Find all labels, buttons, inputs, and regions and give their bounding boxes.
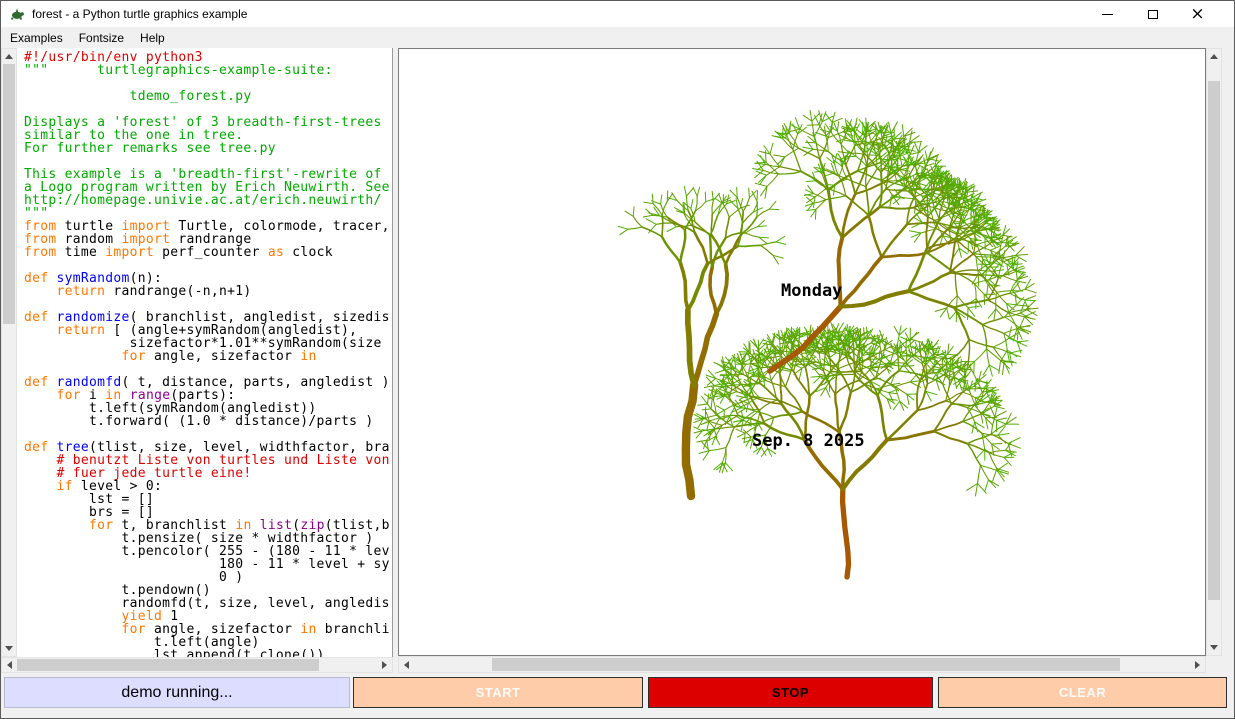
scroll-down-icon	[5, 646, 13, 651]
code-line: return randrange(-n,n+1)	[24, 285, 392, 298]
code-line: tdemo_forest.py	[24, 90, 392, 103]
scroll-up-button[interactable]	[2, 49, 16, 64]
canvas-text: Monday	[781, 281, 842, 301]
menu-help[interactable]: Help	[133, 29, 172, 47]
close-icon: ×	[1190, 6, 1204, 23]
scroll-down-button[interactable]	[2, 641, 16, 656]
canvas-vertical-scrollbar[interactable]	[1206, 48, 1222, 656]
forest-drawing: Monday Sep. 8 2025	[399, 49, 1205, 655]
code-line: for angle, sizefactor in	[24, 350, 392, 363]
scrollbar-track[interactable]	[17, 658, 377, 672]
scroll-left-button[interactable]	[399, 657, 414, 672]
code-line: For further remarks see tree.py	[24, 142, 392, 155]
scrollbar-thumb[interactable]	[492, 658, 1121, 671]
code-line: http://homepage.univie.ac.at/erich.neuwi…	[24, 194, 392, 207]
scroll-up-icon	[1210, 54, 1218, 59]
scroll-left-button[interactable]	[2, 658, 17, 672]
scroll-right-icon	[1195, 661, 1200, 669]
turtle-canvas[interactable]: Monday Sep. 8 2025	[398, 48, 1206, 656]
scrollbar-thumb[interactable]	[3, 64, 15, 324]
code-line: from time import perf_counter as clock	[24, 246, 392, 259]
minimize-button[interactable]	[1085, 1, 1130, 27]
scroll-right-icon	[382, 661, 387, 669]
code-line: t.forward( (1.0 * distance)/parts )	[24, 415, 392, 428]
close-button[interactable]: ×	[1175, 1, 1220, 27]
status-label: demo running...	[4, 677, 350, 708]
scroll-left-icon	[404, 661, 409, 669]
code-line: """ turtlegraphics-example-suite:	[24, 64, 392, 77]
bottom-bar: demo running... START STOP CLEAR	[1, 673, 1234, 719]
scrollbar-track[interactable]	[1207, 64, 1221, 640]
menu-bar: Examples Fontsize Help	[1, 27, 1234, 48]
start-button[interactable]: START	[353, 677, 643, 708]
stop-button[interactable]: STOP	[648, 677, 933, 708]
menu-fontsize[interactable]: Fontsize	[72, 29, 131, 47]
clear-button[interactable]: CLEAR	[938, 677, 1227, 708]
scroll-down-icon	[1210, 645, 1218, 650]
scroll-up-button[interactable]	[1207, 49, 1221, 64]
scroll-down-button[interactable]	[1207, 640, 1221, 655]
scrollbar-track[interactable]	[414, 657, 1190, 672]
code-horizontal-scrollbar[interactable]	[1, 657, 393, 673]
scroll-up-icon	[5, 54, 13, 59]
maximize-icon	[1148, 10, 1158, 19]
code-vertical-scrollbar[interactable]	[1, 48, 17, 657]
code-line: lst.append(t.clone())	[24, 649, 392, 657]
app-window: forest - a Python turtle graphics exampl…	[0, 0, 1235, 719]
window-controls: ×	[1085, 1, 1220, 27]
code-view[interactable]: #!/usr/bin/env python3""" turtlegraphics…	[17, 48, 393, 657]
title-bar: forest - a Python turtle graphics exampl…	[1, 1, 1234, 27]
canvas-horizontal-scrollbar[interactable]	[398, 656, 1206, 673]
scroll-right-button[interactable]	[377, 658, 392, 672]
scrollbar-thumb[interactable]	[17, 659, 319, 671]
maximize-button[interactable]	[1130, 1, 1175, 27]
scroll-right-button[interactable]	[1190, 657, 1205, 672]
window-title: forest - a Python turtle graphics exampl…	[32, 7, 247, 21]
canvas-text: Sep. 8 2025	[752, 431, 865, 451]
turtle-app-icon	[9, 6, 25, 22]
scroll-left-icon	[7, 661, 12, 669]
menu-examples[interactable]: Examples	[3, 29, 70, 47]
minimize-icon	[1102, 14, 1113, 15]
scrollbar-track[interactable]	[2, 64, 16, 641]
scrollbar-thumb[interactable]	[1208, 81, 1220, 599]
